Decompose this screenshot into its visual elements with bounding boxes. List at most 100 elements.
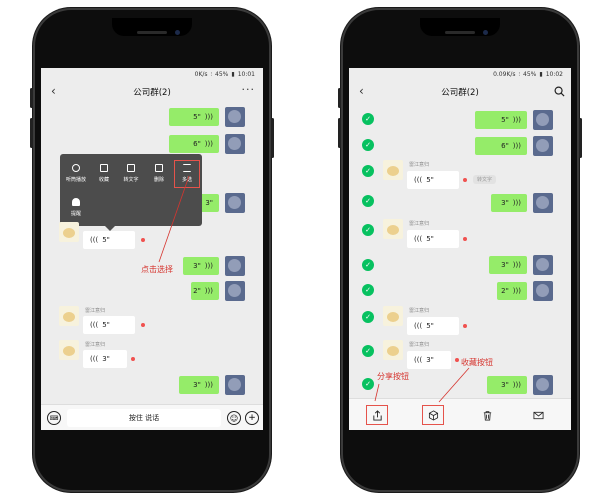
avatar[interactable] bbox=[59, 222, 79, 242]
voice-wave-icon: ((( bbox=[414, 235, 423, 243]
voice-message-in[interactable]: (((5" bbox=[83, 231, 135, 249]
voice-message-out[interactable]: 3"))) bbox=[489, 256, 527, 274]
cube-icon bbox=[100, 164, 108, 172]
avatar[interactable] bbox=[225, 375, 245, 395]
select-checkbox[interactable]: ✓ bbox=[362, 311, 374, 323]
back-icon[interactable]: ‹ bbox=[359, 84, 364, 98]
highlight-box bbox=[174, 160, 200, 188]
status-bar: 0K/s ⫶ 45% ▮ 10:01 bbox=[41, 68, 263, 81]
select-checkbox[interactable]: ✓ bbox=[362, 113, 374, 125]
voice-duration: 5" bbox=[426, 176, 434, 184]
avatar[interactable] bbox=[533, 193, 553, 213]
avatar[interactable] bbox=[225, 281, 245, 301]
voice-message-in[interactable]: (((3" bbox=[407, 351, 451, 369]
annotation-click-select: 点击选择 bbox=[141, 265, 173, 274]
voice-message-in[interactable]: (((5" bbox=[407, 230, 459, 248]
voice-message-out[interactable]: 3"))) bbox=[183, 257, 219, 275]
voice-message-out[interactable]: 3"))) bbox=[487, 376, 527, 394]
network-speed: 0.09K/s bbox=[493, 71, 516, 78]
voice-message-out[interactable]: 6"))) bbox=[169, 135, 219, 153]
voice-message-in[interactable]: (((5" bbox=[83, 316, 135, 334]
hold-to-talk-button[interactable]: 按住 说话 bbox=[67, 409, 221, 427]
menu-item-label: 收藏 bbox=[98, 177, 109, 183]
voice-message-out[interactable]: 6"))) bbox=[475, 137, 527, 155]
avatar[interactable] bbox=[533, 110, 553, 130]
avatar[interactable] bbox=[383, 340, 403, 360]
select-checkbox[interactable]: ✓ bbox=[362, 165, 374, 177]
menu-item-label: 听筒播放 bbox=[65, 177, 86, 183]
avatar[interactable] bbox=[533, 255, 553, 275]
voice-wave-icon: ))) bbox=[512, 199, 521, 207]
avatar[interactable] bbox=[225, 134, 245, 154]
select-checkbox[interactable]: ✓ bbox=[362, 378, 374, 390]
avatar[interactable] bbox=[383, 306, 403, 326]
avatar[interactable] bbox=[533, 375, 553, 395]
voice-wave-icon: ((( bbox=[90, 236, 99, 244]
unread-dot bbox=[463, 324, 467, 328]
voice-message-out[interactable]: 5"))) bbox=[169, 108, 219, 126]
chat-screen: 0K/s ⫶ 45% ▮ 10:01 ‹ 公司群(2) ··· 5"))) 6"… bbox=[41, 68, 263, 430]
voice-wave-icon: ))) bbox=[512, 261, 521, 269]
collect-button[interactable] bbox=[422, 405, 444, 425]
emoji-icon[interactable]: ☺ bbox=[227, 411, 241, 425]
select-checkbox[interactable]: ✓ bbox=[362, 284, 374, 296]
voice-message-in[interactable]: (((3" bbox=[83, 350, 127, 368]
select-checkbox[interactable]: ✓ bbox=[362, 345, 374, 357]
voice-message-in[interactable]: (((5" bbox=[407, 317, 459, 335]
avatar[interactable] bbox=[533, 281, 553, 301]
convert-text-icon bbox=[127, 164, 135, 172]
mail-button[interactable] bbox=[527, 405, 549, 425]
voice-wave-icon: ))) bbox=[204, 113, 213, 121]
voice-duration: 3" bbox=[205, 199, 213, 207]
select-checkbox[interactable]: ✓ bbox=[362, 139, 374, 151]
menu-item-label: 删除 bbox=[153, 177, 164, 183]
voice-wave-icon: ((( bbox=[414, 176, 423, 184]
voice-message-in[interactable]: (((5" bbox=[407, 171, 459, 189]
status-bar: 0.09K/s ⫶ 45% ▮ 10:02 bbox=[349, 68, 571, 81]
menu-item-to-text[interactable]: 转文字 bbox=[117, 164, 145, 183]
menu-item-earpiece[interactable]: 听筒播放 bbox=[62, 164, 90, 183]
unread-dot bbox=[141, 323, 145, 327]
front-camera bbox=[483, 30, 488, 35]
voice-wave-icon: ))) bbox=[512, 116, 521, 124]
voice-duration: 3" bbox=[501, 381, 509, 389]
avatar[interactable] bbox=[383, 160, 403, 180]
share-button[interactable] bbox=[366, 405, 388, 425]
delete-button[interactable] bbox=[476, 405, 498, 425]
select-checkbox[interactable]: ✓ bbox=[362, 224, 374, 236]
more-button[interactable]: ··· bbox=[242, 83, 256, 96]
menu-item-collect[interactable]: 收藏 bbox=[90, 164, 118, 183]
chat-title: 公司群(2) bbox=[133, 88, 171, 98]
back-icon[interactable]: ‹ bbox=[51, 84, 56, 98]
input-bar: ⌨ 按住 说话 ☺ + bbox=[41, 404, 263, 430]
voice-message-out[interactable]: 2"))) bbox=[497, 282, 527, 300]
plus-icon[interactable]: + bbox=[245, 411, 259, 425]
voice-message-out[interactable]: 2"))) bbox=[191, 282, 219, 300]
voice-message-out[interactable]: 3"))) bbox=[491, 194, 527, 212]
avatar[interactable] bbox=[59, 306, 79, 326]
menu-item-delete[interactable]: 删除 bbox=[145, 164, 173, 183]
avatar[interactable] bbox=[533, 136, 553, 156]
avatar[interactable] bbox=[59, 340, 79, 360]
nav-bar: ‹ 公司群(2) bbox=[349, 81, 571, 103]
menu-item-remind[interactable]: 提醒 bbox=[62, 198, 90, 217]
select-checkbox[interactable]: ✓ bbox=[362, 259, 374, 271]
select-checkbox[interactable]: ✓ bbox=[362, 195, 374, 207]
voice-message-out[interactable]: 5"))) bbox=[475, 111, 527, 129]
avatar[interactable] bbox=[225, 256, 245, 276]
voice-wave-icon: ))) bbox=[204, 140, 213, 148]
sender-name: 雷江意归 bbox=[409, 308, 430, 314]
signal-icon: ⫶ bbox=[518, 70, 521, 78]
avatar[interactable] bbox=[383, 219, 403, 239]
avatar[interactable] bbox=[225, 193, 245, 213]
voice-duration: 6" bbox=[501, 142, 509, 150]
keyboard-icon[interactable]: ⌨ bbox=[47, 411, 61, 425]
search-icon[interactable] bbox=[554, 86, 565, 97]
convert-text-tag[interactable]: 转文字 bbox=[473, 175, 497, 184]
voice-message-out[interactable]: 3"))) bbox=[179, 376, 219, 394]
voice-duration: 5" bbox=[193, 113, 201, 121]
avatar[interactable] bbox=[225, 107, 245, 127]
share-icon bbox=[372, 409, 382, 421]
sender-name: 雷江意归 bbox=[409, 221, 430, 227]
mail-icon bbox=[533, 411, 543, 419]
